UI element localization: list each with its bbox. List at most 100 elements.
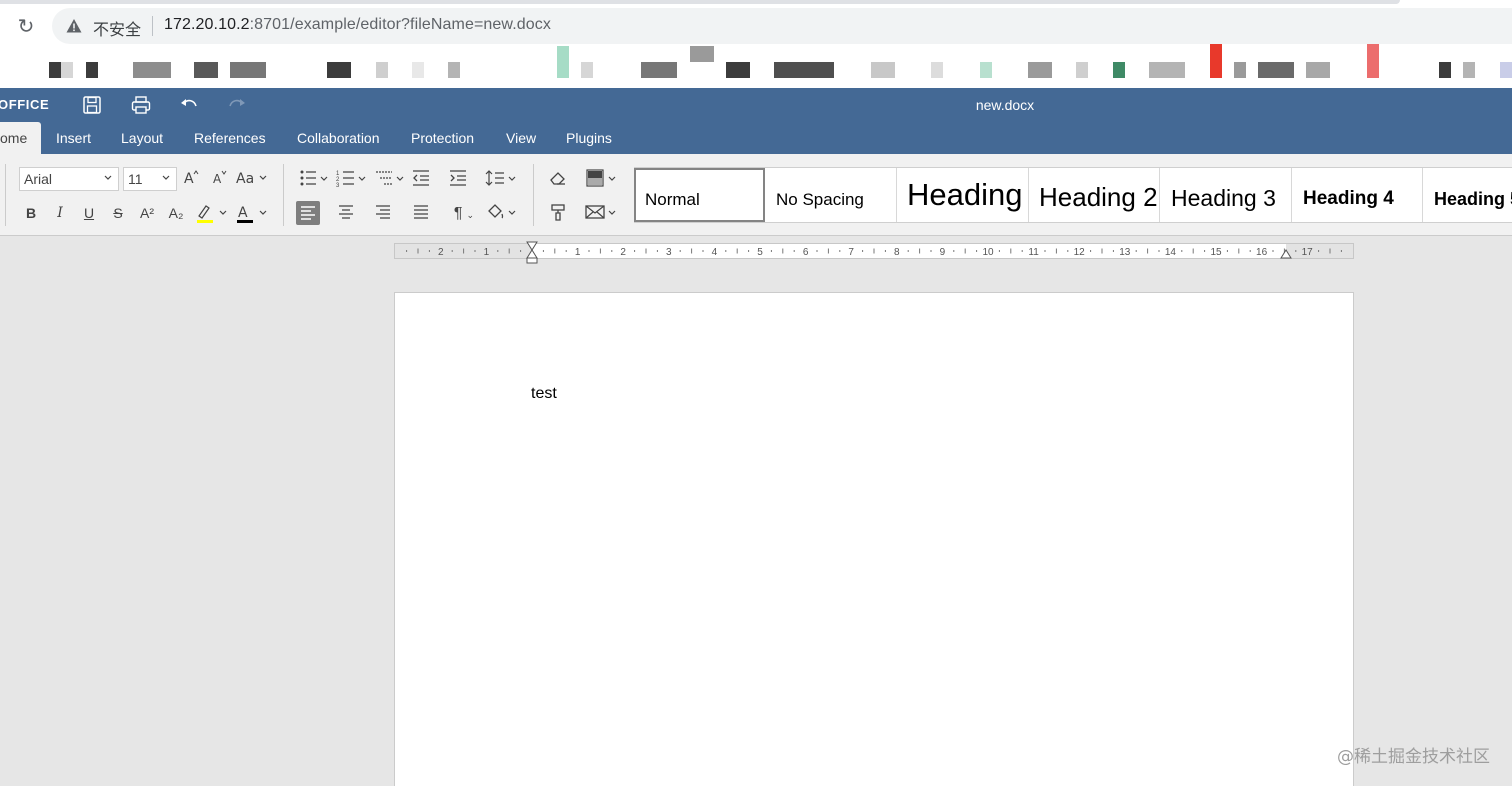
bold-button[interactable]: B xyxy=(18,202,44,224)
color-scheme-button[interactable] xyxy=(584,168,620,190)
numbering-button[interactable]: 123 xyxy=(335,168,371,190)
redo-icon[interactable] xyxy=(226,94,248,116)
document-text[interactable]: test xyxy=(531,385,557,403)
bookmark-icon[interactable] xyxy=(412,62,424,78)
editor-header: OFFICE new.docx xyxy=(0,88,1512,122)
bookmark-icon[interactable] xyxy=(581,62,593,78)
multilevel-list-button[interactable] xyxy=(373,168,409,190)
bookmark-icon[interactable] xyxy=(1210,44,1222,78)
highlight-button[interactable] xyxy=(194,202,230,224)
bookmark-icon[interactable] xyxy=(1500,62,1512,78)
align-right-button[interactable] xyxy=(370,202,396,224)
line-spacing-button[interactable] xyxy=(484,168,520,190)
clear-style-button[interactable] xyxy=(545,168,571,190)
tab-references[interactable]: References xyxy=(194,130,266,146)
style-heading-3[interactable]: Heading 3 xyxy=(1160,168,1292,222)
bookmark-icon[interactable] xyxy=(1113,62,1125,78)
strikethrough-button[interactable]: S xyxy=(105,202,131,224)
bookmark-icon[interactable] xyxy=(376,62,388,78)
bookmark-icon[interactable] xyxy=(230,62,266,78)
grow-font-button[interactable]: A xyxy=(178,168,204,190)
bookmark-icon[interactable] xyxy=(1306,62,1330,78)
address-bar[interactable]: 不安全 172.20.10.2:8701/example/editor?file… xyxy=(52,8,1512,44)
bookmark-icon[interactable] xyxy=(86,62,98,78)
document-title[interactable]: new.docx xyxy=(940,97,1070,113)
font-name-combo[interactable]: Arial xyxy=(19,167,119,191)
style-heading-4[interactable]: Heading 4 xyxy=(1292,168,1423,222)
style-heading-2[interactable]: Heading 2 xyxy=(1029,168,1160,222)
tab-protection[interactable]: Protection xyxy=(411,130,474,146)
italic-button[interactable]: I xyxy=(47,202,73,224)
tab-plugins[interactable]: Plugins xyxy=(566,130,612,146)
bookmark-icon[interactable] xyxy=(871,62,895,78)
bookmark-icon[interactable] xyxy=(194,62,218,78)
bookmark-icon[interactable] xyxy=(327,62,351,78)
font-size-value: 11 xyxy=(128,171,143,187)
paragraph-shading-button[interactable] xyxy=(485,202,521,224)
increase-indent-button[interactable] xyxy=(445,168,471,190)
print-icon[interactable] xyxy=(130,94,152,116)
bookmark-icon[interactable] xyxy=(726,62,750,78)
subscript-button[interactable]: A₂ xyxy=(163,202,189,224)
bookmark-icon[interactable] xyxy=(1367,44,1379,78)
align-center-button[interactable] xyxy=(333,202,359,224)
bookmark-icon[interactable] xyxy=(1463,62,1475,78)
mail-merge-button[interactable] xyxy=(584,202,620,224)
style-heading-1[interactable]: Heading 1 xyxy=(897,168,1029,222)
style-no-spacing[interactable]: No Spacing xyxy=(765,168,897,222)
change-case-button[interactable]: Aa xyxy=(234,168,270,190)
font-name-value: Arial xyxy=(24,171,53,187)
font-size-combo[interactable]: 11 xyxy=(123,167,177,191)
underline-button[interactable]: U xyxy=(76,202,102,224)
chevron-down-icon: ⌄ xyxy=(466,210,475,220)
ruler-number: 10 xyxy=(982,247,994,258)
ruler-number: 5 xyxy=(757,247,763,258)
bookmark-icon[interactable] xyxy=(61,62,73,78)
bookmark-icon[interactable] xyxy=(980,62,992,78)
bookmark-icon[interactable] xyxy=(1028,62,1052,78)
font-color-button[interactable]: A xyxy=(234,202,270,224)
bookmark-icon[interactable] xyxy=(557,46,569,78)
style-heading-5[interactable]: Heading 5 xyxy=(1423,168,1512,222)
url-path: :8701/example/editor?fileName=new.docx xyxy=(249,16,551,33)
decrease-indent-button[interactable] xyxy=(408,168,434,190)
bookmark-icon[interactable] xyxy=(448,62,460,78)
bookmark-icon[interactable] xyxy=(133,62,171,78)
first-line-indent-marker[interactable] xyxy=(525,241,539,265)
bookmark-icon[interactable] xyxy=(1258,62,1294,78)
tab-collaboration[interactable]: Collaboration xyxy=(297,130,380,146)
undo-icon[interactable] xyxy=(178,94,200,116)
bookmark-icon[interactable] xyxy=(931,62,943,78)
tab-home[interactable]: ome xyxy=(0,122,41,154)
bookmark-icon[interactable] xyxy=(690,46,714,62)
style-normal[interactable]: Normal xyxy=(634,168,765,222)
tab-insert[interactable]: Insert xyxy=(56,130,91,146)
shrink-font-button[interactable]: A xyxy=(206,168,232,190)
address-separator xyxy=(152,16,153,36)
bookmark-icon[interactable] xyxy=(641,62,677,78)
bookmark-icon[interactable] xyxy=(774,62,834,78)
bullets-button[interactable] xyxy=(297,168,333,190)
ruler-number: 4 xyxy=(712,247,718,258)
copy-style-button[interactable] xyxy=(545,202,571,224)
align-left-button[interactable] xyxy=(296,201,320,225)
reload-icon[interactable]: ↻ xyxy=(14,14,38,38)
bookmark-icon[interactable] xyxy=(1076,62,1088,78)
justify-button[interactable] xyxy=(408,202,434,224)
document-page[interactable]: test xyxy=(394,292,1354,786)
bookmark-icon[interactable] xyxy=(49,62,61,78)
bookmark-icon[interactable] xyxy=(1149,62,1185,78)
bookmark-icon[interactable] xyxy=(1234,62,1246,78)
warning-icon[interactable] xyxy=(66,18,82,34)
right-indent-marker[interactable] xyxy=(1279,246,1293,260)
tab-view[interactable]: View xyxy=(506,130,536,146)
save-icon[interactable] xyxy=(81,94,103,116)
app-brand[interactable]: OFFICE xyxy=(0,97,49,112)
horizontal-ruler[interactable]: 2 1 1 2 3 4 5 6 7 8 9 10 11 12 13 14 15 16 17 xyxy=(394,241,1354,264)
tab-layout[interactable]: Layout xyxy=(121,130,163,146)
url-text[interactable]: 172.20.10.2:8701/example/editor?fileName… xyxy=(164,16,551,34)
nonprinting-chars-button[interactable]: ¶ ⌄ xyxy=(446,202,482,224)
highlighter-icon xyxy=(197,205,227,223)
superscript-button[interactable]: A² xyxy=(134,202,160,224)
bookmark-icon[interactable] xyxy=(1439,62,1451,78)
